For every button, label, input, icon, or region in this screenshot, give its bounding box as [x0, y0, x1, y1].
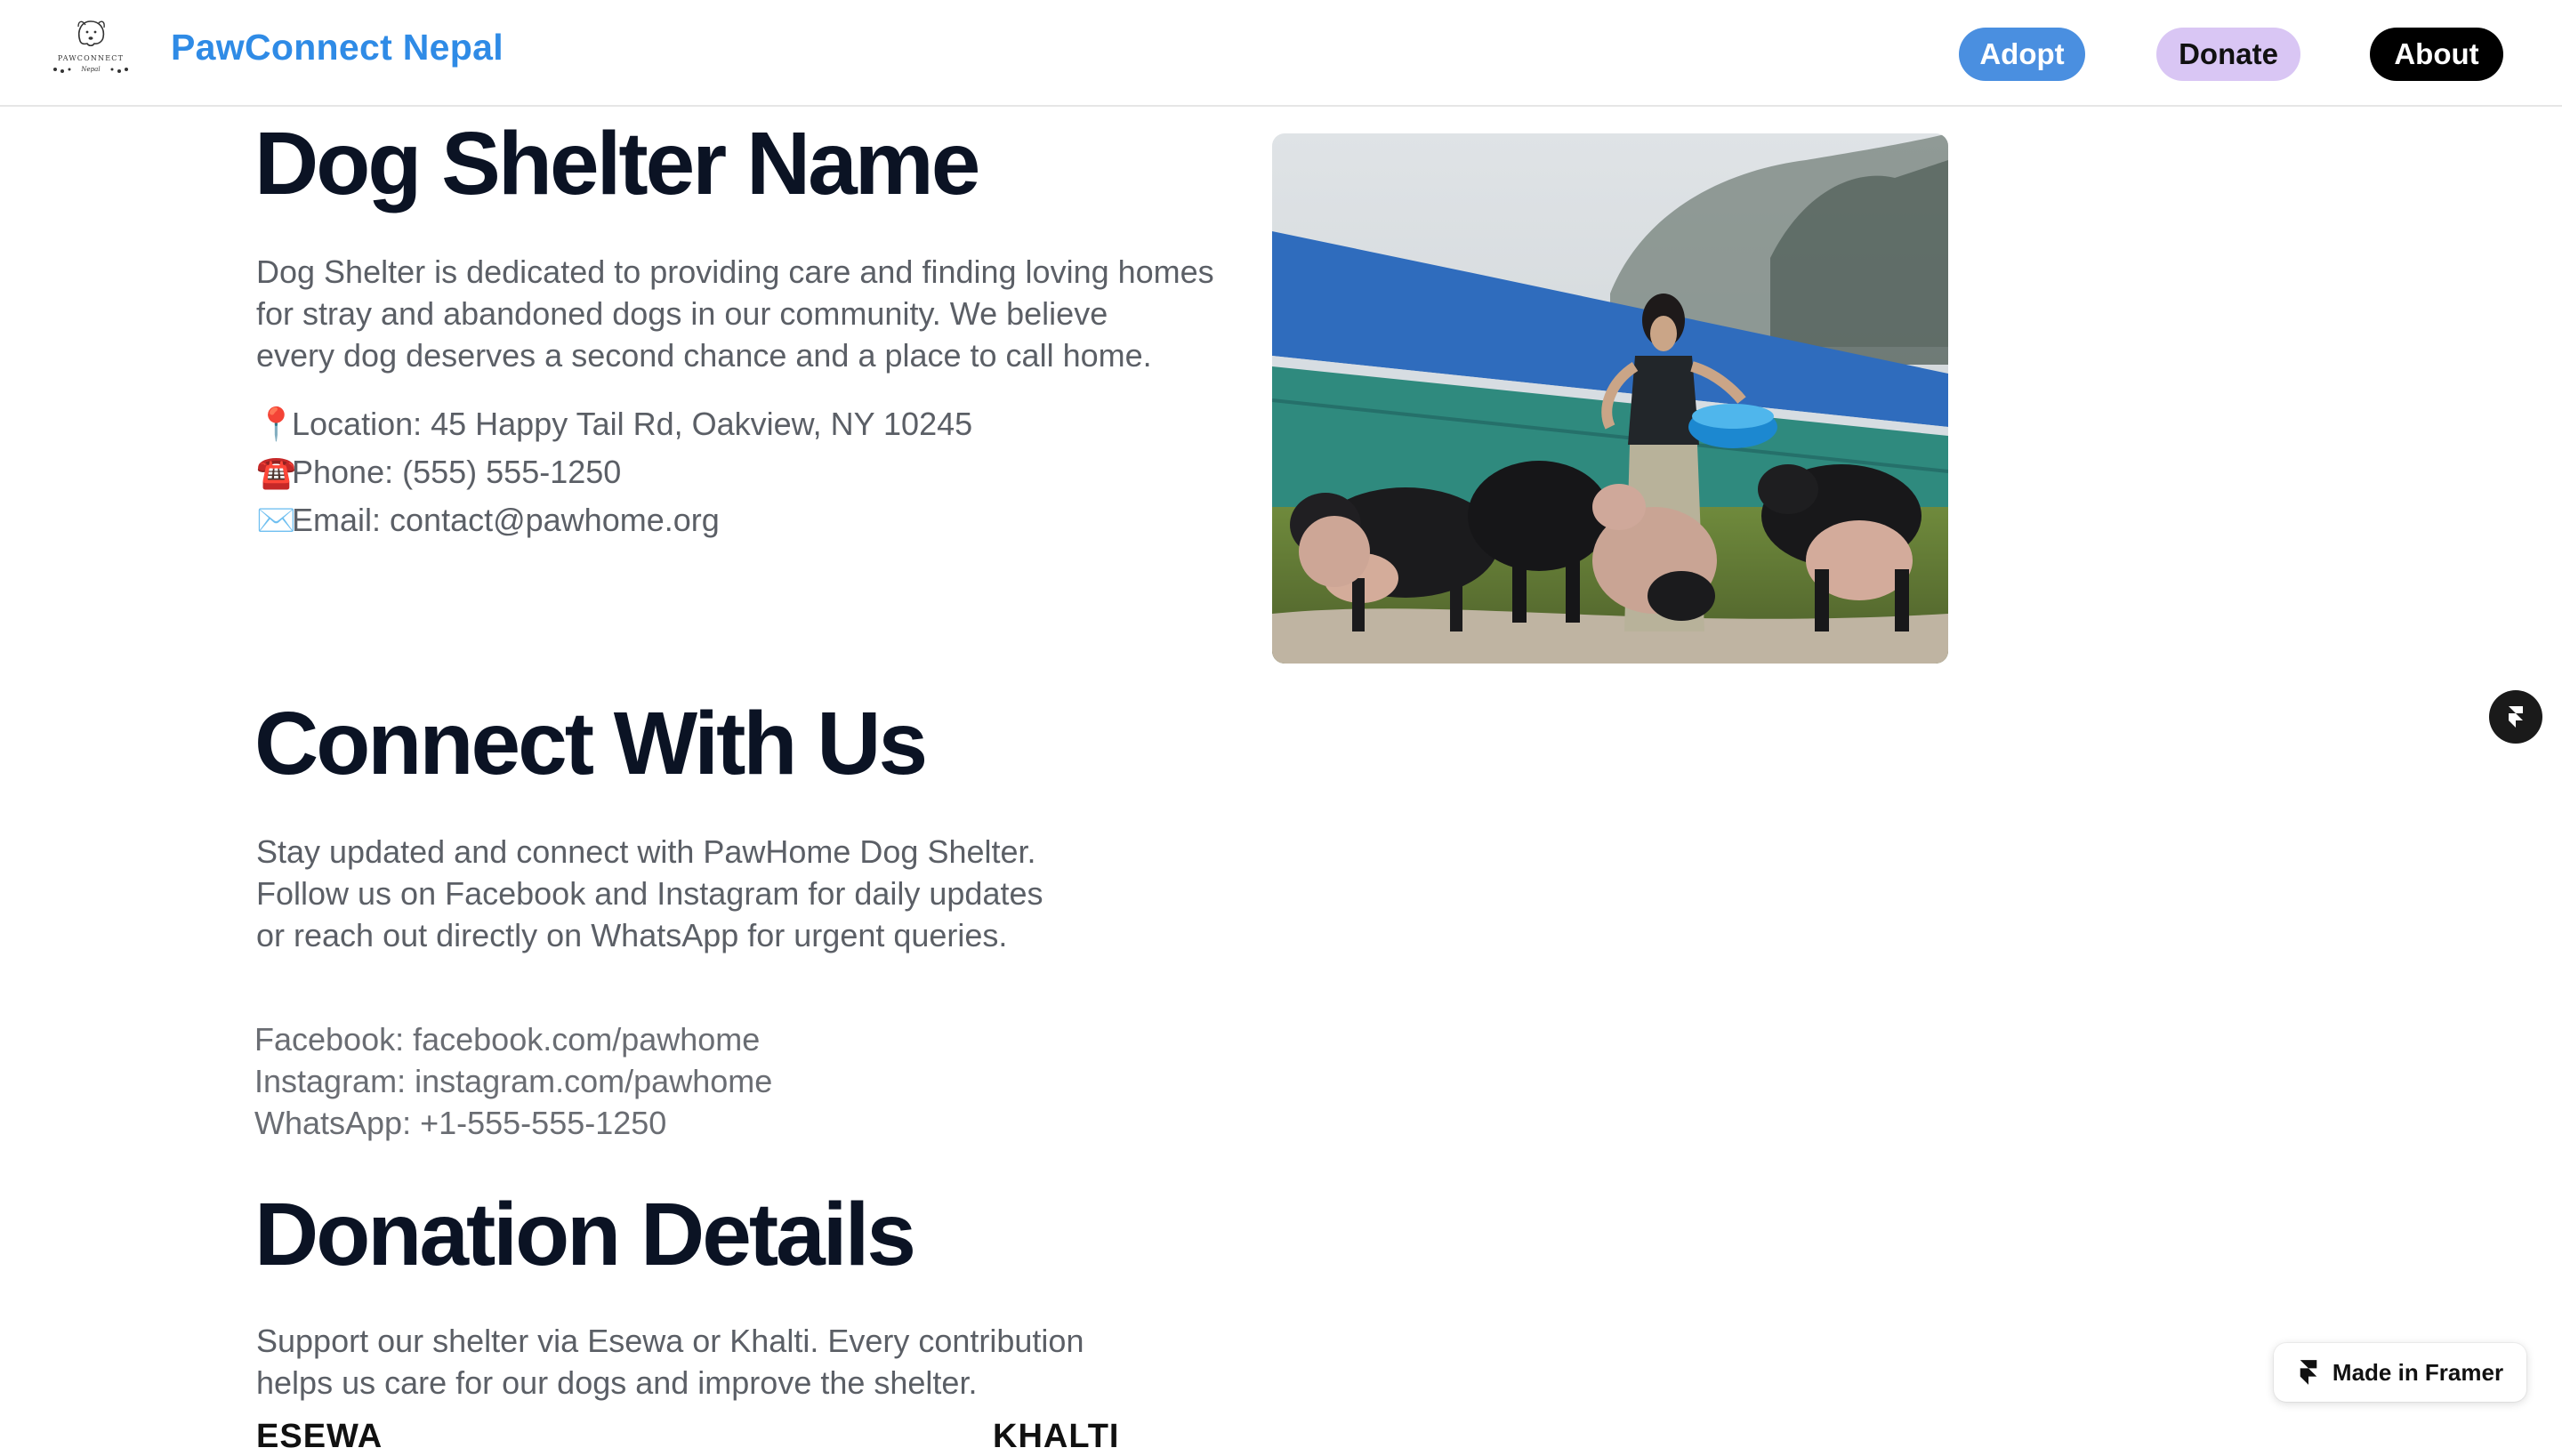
connect-description-line: Follow us on Facebook and Instagram for … [256, 875, 1043, 912]
brand-name[interactable]: PawConnect Nepal [171, 27, 504, 68]
telephone-icon: ☎️ [256, 454, 296, 490]
shelter-description-line: Dog Shelter is dedicated to providing ca… [256, 253, 1214, 290]
donate-button[interactable]: Donate [2156, 28, 2300, 81]
pawconnect-logo[interactable]: PAWCONNECT Nepal [46, 11, 135, 82]
framer-logo-icon [2509, 706, 2523, 728]
shelter-description: Dog Shelter is dedicated to providing ca… [256, 251, 1214, 376]
about-button[interactable]: About [2370, 28, 2503, 81]
shelter-location: 📍 Location: 45 Happy Tail Rd, Oakview, N… [256, 406, 972, 443]
top-nav-bar: PAWCONNECT Nepal PawConnect Nepal Adopt … [0, 0, 2562, 107]
connect-title: Connect With Us [254, 694, 928, 793]
connect-description: Stay updated and connect with PawHome Do… [256, 831, 1043, 956]
facebook-link[interactable]: Facebook: facebook.com/pawhome [254, 1021, 760, 1058]
framer-logo-icon [2300, 1360, 2317, 1385]
shelter-photo [1272, 133, 1948, 664]
framer-floating-button[interactable] [2489, 690, 2542, 744]
location-text: Location: 45 Happy Tail Rd, Oakview, NY … [292, 406, 973, 442]
esewa-label: ESEWA [256, 1418, 383, 1455]
shelter-phone: ☎️ Phone: (555) 555-1250 [256, 454, 621, 491]
phone-text: Phone: (555) 555-1250 [292, 454, 622, 490]
donation-description: Support our shelter via Esewa or Khalti.… [256, 1320, 1084, 1404]
whatsapp-link[interactable]: WhatsApp: +1-555-555-1250 [254, 1105, 666, 1142]
khalti-label: KHALTI [993, 1418, 1120, 1455]
adopt-button[interactable]: Adopt [1959, 28, 2085, 81]
shelter-description-line: for stray and abandoned dogs in our comm… [256, 295, 1108, 332]
made-in-framer-badge[interactable]: Made in Framer [2274, 1343, 2526, 1402]
envelope-icon: ✉️ [256, 502, 296, 538]
svg-text:PAWCONNECT: PAWCONNECT [58, 54, 124, 62]
connect-description-line: Stay updated and connect with PawHome Do… [256, 833, 1036, 870]
made-in-framer-text: Made in Framer [2332, 1358, 2504, 1386]
connect-description-line: or reach out directly on WhatsApp for ur… [256, 917, 1008, 953]
shelter-description-line: every dog deserves a second chance and a… [256, 337, 1152, 374]
email-text: Email: contact@pawhome.org [292, 502, 720, 538]
shelter-email: ✉️ Email: contact@pawhome.org [256, 502, 720, 539]
instagram-link[interactable]: Instagram: instagram.com/pawhome [254, 1063, 772, 1100]
svg-text:Nepal: Nepal [80, 66, 100, 73]
donation-title: Donation Details [254, 1185, 916, 1284]
donation-description-line: helps us care for our dogs and improve t… [256, 1364, 978, 1401]
donation-description-line: Support our shelter via Esewa or Khalti.… [256, 1323, 1084, 1359]
location-pin-icon: 📍 [256, 406, 296, 442]
shelter-title: Dog Shelter Name [254, 114, 980, 213]
